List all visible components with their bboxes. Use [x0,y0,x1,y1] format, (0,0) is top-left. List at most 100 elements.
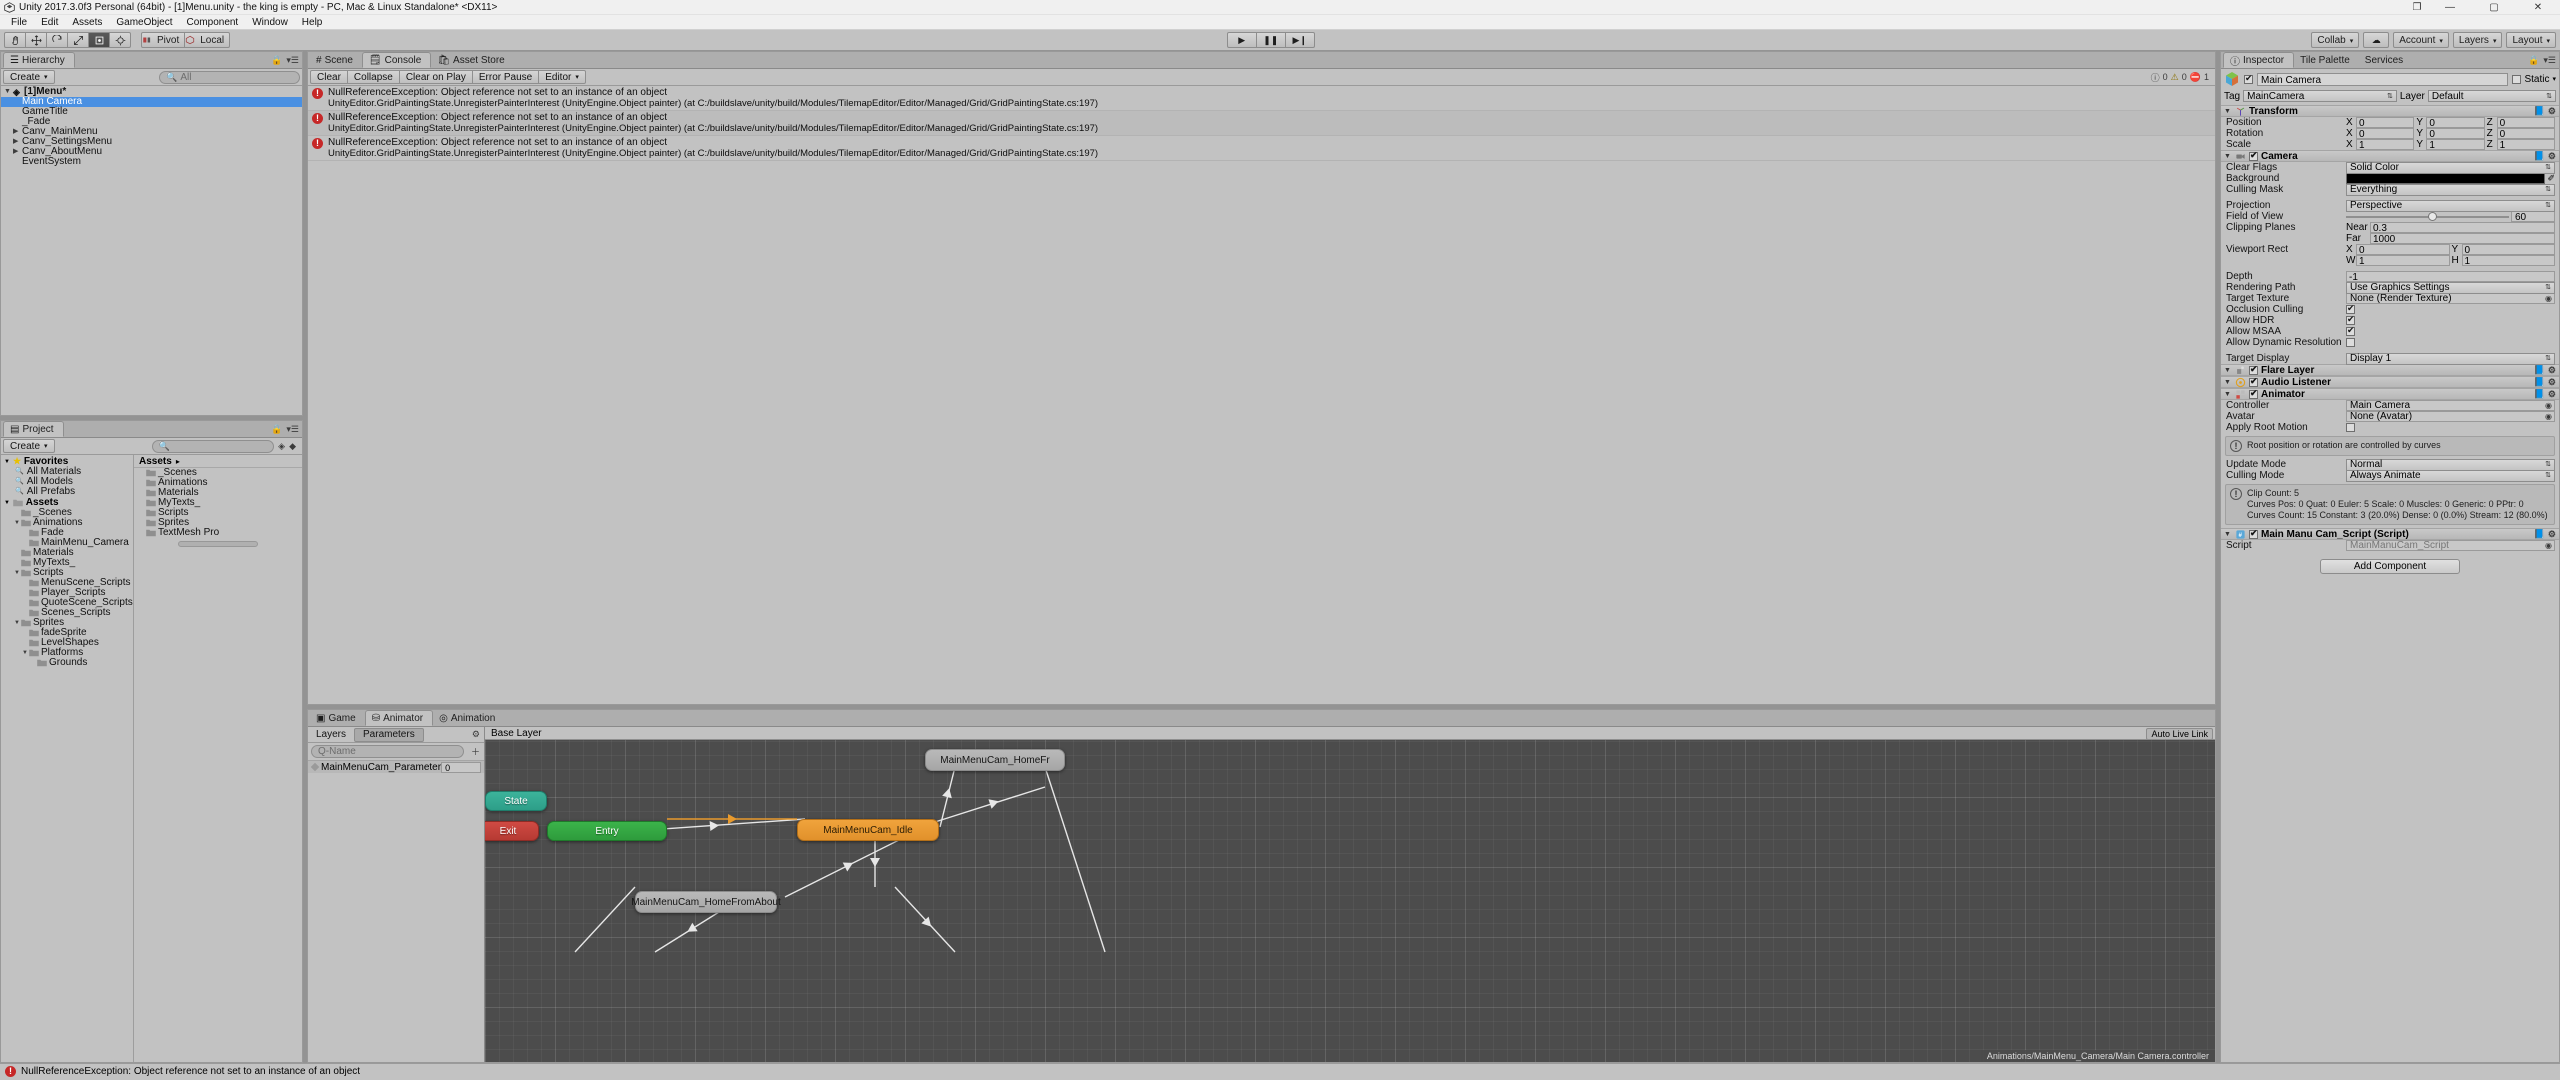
project-tree-item[interactable]: ▼Animations [1,518,133,528]
menu-assets[interactable]: Assets [65,15,109,30]
menu-window[interactable]: Window [245,15,295,30]
property-checkbox[interactable] [2346,327,2355,336]
project-contents[interactable]: Assets ▸ _ScenesAnimationsMaterialsMyTex… [134,455,302,1062]
tab-tile-palette[interactable]: Tile Palette [2294,52,2359,68]
component-enabled-checkbox[interactable] [2249,378,2258,387]
property-field[interactable]: 1000 [2370,233,2555,244]
animator-state-node[interactable]: MainMenuCam_Idle [797,819,939,841]
step-button[interactable]: ▶❙ [1285,32,1315,48]
object-picker-icon[interactable]: ◉ [2545,412,2554,421]
property-field-y[interactable]: 1 [2426,139,2484,150]
hierarchy-search-input[interactable]: 🔍 All [159,71,300,84]
property-dropdown[interactable]: Solid Color⇅ [2346,162,2555,174]
property-checkbox[interactable] [2346,423,2355,432]
clear-button[interactable]: Clear [310,70,348,84]
maximize-button[interactable]: ▢ [2472,0,2516,15]
rotate-tool-icon[interactable] [46,32,68,48]
project-asset-item[interactable]: TextMesh Pro [134,528,302,538]
property-field-x[interactable]: 0 [2356,128,2414,139]
object-name-input[interactable]: Main Camera [2257,73,2508,86]
chevron-down-icon[interactable]: ▼ [13,618,21,628]
property-dropdown[interactable]: Display 1⇅ [2346,353,2555,365]
object-picker-icon[interactable]: ◉ [2545,401,2554,410]
property-field-y[interactable]: 0 [2426,117,2484,128]
tab-hierarchy[interactable]: ☰ Hierarchy [3,52,75,68]
gear-icon[interactable]: ⚙ [2548,106,2556,116]
chevron-down-icon[interactable]: ▼ [2224,367,2232,374]
parameter-value-input[interactable]: 0 [441,762,481,773]
component-header[interactable]: ▼Animator📘⚙ [2221,388,2559,400]
tab-services[interactable]: Services [2359,52,2412,68]
play-button[interactable]: ▶ [1227,32,1257,48]
object-reference-field[interactable]: Main Camera◉ [2346,400,2555,411]
help-icon[interactable]: 📘 [2534,365,2545,375]
property-field-z[interactable]: 1 [2497,139,2555,150]
tab-scene[interactable]: # Scene [310,52,362,68]
chevron-down-icon[interactable]: ▼ [2224,108,2232,115]
property-field-w[interactable]: 1 [2356,255,2450,266]
hierarchy-tree[interactable]: ▼◈[1]Menu*Main CameraGameTitle_Fade▶Canv… [1,86,302,415]
lock-icon[interactable]: 🔒 [2528,55,2539,66]
move-tool-icon[interactable] [25,32,47,48]
layout-button[interactable]: Layout▾ [2506,32,2556,48]
subtab-layers[interactable]: Layers [308,728,354,742]
scale-tool-icon[interactable] [67,32,89,48]
component-header[interactable]: ▼Transform📘⚙ [2221,105,2559,117]
property-field-y[interactable]: 0 [2426,128,2484,139]
property-field-x[interactable]: 0 [2356,244,2450,255]
console-log-entry[interactable]: !NullReferenceException: Object referenc… [308,86,2215,111]
chevron-down-icon[interactable]: ▼ [13,568,21,578]
tab-asset-store[interactable]: 🛍 Asset Store [431,52,513,68]
restore-layout-button[interactable]: ❐ [2406,0,2428,15]
gear-icon[interactable]: ⚙ [2548,389,2556,399]
animator-parameter-row[interactable]: MainMenuCam_Parameter0 [308,760,484,773]
gear-icon[interactable]: ⚙ [2548,529,2556,539]
subtab-parameters[interactable]: Parameters [354,728,424,742]
filter-label-icon[interactable]: ◆ [289,441,296,452]
lock-icon[interactable]: 🔒 [271,424,282,435]
project-search-input[interactable]: 🔍 [152,440,274,453]
object-picker-icon[interactable]: ◉ [2545,294,2554,303]
collab-button[interactable]: Collab▾ [2311,32,2359,48]
layers-button[interactable]: Layers▾ [2453,32,2503,48]
hierarchy-item[interactable]: EventSystem [1,157,302,167]
error-icon[interactable]: ⛔ [2190,72,2201,83]
help-icon[interactable]: 📘 [2534,377,2545,387]
property-field[interactable]: -1 [2346,271,2555,282]
property-field-y[interactable]: 0 [2462,244,2556,255]
chevron-down-icon[interactable]: ▼ [2224,153,2232,160]
chevron-down-icon[interactable]: ▼ [2224,531,2232,538]
console-log-list[interactable]: !NullReferenceException: Object referenc… [308,86,2215,704]
add-parameter-icon[interactable]: ＋ [471,745,480,758]
collapse-button[interactable]: Collapse [347,70,400,84]
lock-icon[interactable]: 🔒 [271,55,282,66]
chevron-down-icon[interactable]: ▼ [2224,379,2232,386]
chevron-right-icon[interactable]: ▶ [13,137,22,147]
console-log-entry[interactable]: !NullReferenceException: Object referenc… [308,111,2215,136]
property-field-x[interactable]: 1 [2356,139,2414,150]
property-field-h[interactable]: 1 [2462,255,2556,266]
console-log-entry[interactable]: !NullReferenceException: Object referenc… [308,136,2215,161]
help-icon[interactable]: 📘 [2534,151,2545,161]
property-field-z[interactable]: 0 [2497,117,2555,128]
property-dropdown[interactable]: Always Animate⇅ [2346,470,2555,482]
info-icon[interactable]: ⓘ [2151,71,2160,84]
help-icon[interactable]: 📘 [2534,529,2545,539]
cloud-button[interactable]: ☁ [2363,32,2389,48]
local-toggle-button[interactable]: Local [184,32,230,48]
static-checkbox[interactable] [2512,75,2521,84]
chevron-right-icon[interactable]: ▶ [13,147,22,157]
object-picker-icon[interactable]: ◉ [2545,541,2554,550]
fov-slider[interactable] [2346,211,2509,222]
clear-on-play-button[interactable]: Clear on Play [399,70,473,84]
chevron-down-icon[interactable]: ▼ [13,518,21,528]
property-checkbox[interactable] [2346,305,2355,314]
panel-menu-icon[interactable]: ▾☰ [286,55,299,66]
property-dropdown[interactable]: Use Graphics Settings⇅ [2346,282,2555,294]
chevron-down-icon[interactable]: ▼ [21,648,29,658]
component-header[interactable]: ▼Audio Listener📘⚙ [2221,376,2559,388]
project-tree[interactable]: ▼★ Favorites🔍All Materials🔍All Models🔍Al… [1,455,134,1062]
project-favorite-item[interactable]: 🔍All Prefabs [1,487,133,497]
property-dropdown[interactable]: Everything⇅ [2346,184,2555,196]
tab-animation[interactable]: ◎ Animation [433,710,504,726]
